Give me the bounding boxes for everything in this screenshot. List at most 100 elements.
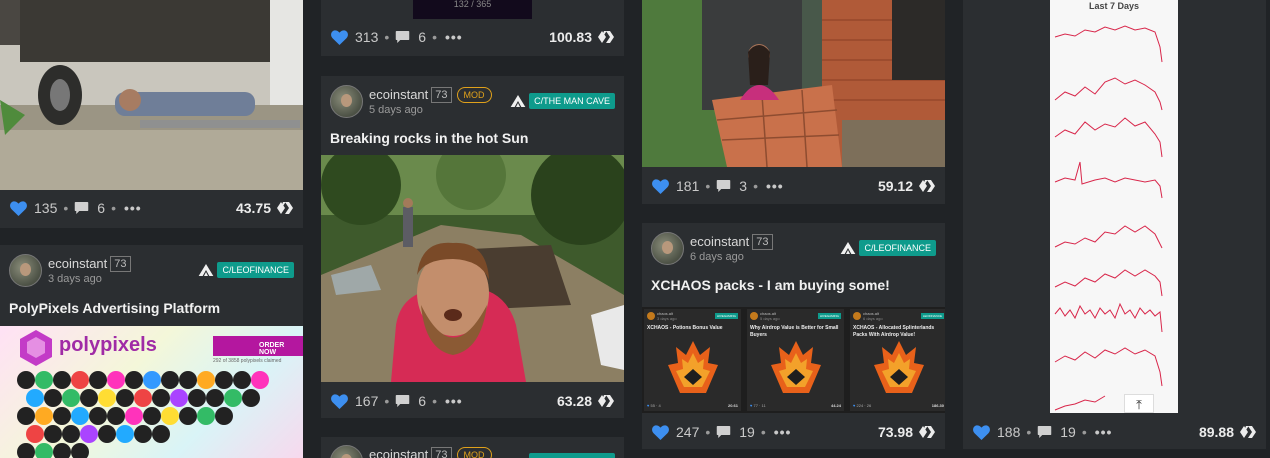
chaos-logo-icon: [668, 341, 718, 393]
more-options-button[interactable]: •••: [766, 178, 784, 194]
author-name[interactable]: ecoinstant: [690, 234, 749, 249]
author-line: ecoinstant 73 MOD: [369, 87, 492, 103]
pixel-grid-graphic: [17, 371, 269, 458]
feed-column-2: 132 / 365 313 • 6 • ••• 100.83 ecoinstan…: [321, 0, 624, 458]
post-thumbnail[interactable]: chaos.alt 3 days ago HIVEGAMING XCHAOS - Po…: [642, 307, 945, 413]
mini-avatar: [750, 312, 758, 320]
claimed-text: 292 of 3858 polypixels claimed: [213, 358, 282, 364]
post-card[interactable]: 132 / 365 313 • 6 • ••• 100.83: [321, 0, 624, 56]
comment-icon[interactable]: [716, 425, 731, 439]
comment-icon[interactable]: [395, 30, 410, 44]
hive-icon: [919, 179, 935, 193]
comment-icon[interactable]: [395, 394, 410, 408]
avatar[interactable]: [9, 254, 42, 287]
post-card[interactable]: ecoinstant 73 MOD: [321, 437, 624, 458]
community-tag[interactable]: C/LEOFINANCE: [859, 240, 936, 256]
more-options-button[interactable]: •••: [124, 200, 142, 216]
community-link[interactable]: C/THE MAN CAVE: [510, 93, 615, 109]
leo-logo-icon: [198, 263, 214, 277]
chaos-logo-icon: [771, 341, 821, 393]
post-card[interactable]: 181 • 3 • ••• 59.12: [642, 0, 945, 204]
post-footer: 313 • 6 • ••• 100.83: [321, 20, 624, 54]
community-tag[interactable]: [529, 453, 615, 458]
post-title[interactable]: XCHAOS packs - I am buying some!: [651, 277, 890, 293]
brand-name: polypixels: [59, 334, 157, 356]
comment-icon[interactable]: [74, 201, 89, 215]
post-card[interactable]: ecoinstant 73 MOD 5 days ago C/THE MAN CAV…: [321, 76, 624, 418]
heart-icon[interactable]: [652, 425, 669, 440]
author-name[interactable]: ecoinstant: [48, 256, 107, 271]
hive-icon: [277, 201, 293, 215]
post-card[interactable]: Last 7 Days ⤒ 188 • 19 • ••• 89.88: [963, 0, 1266, 449]
more-options-button[interactable]: •••: [445, 29, 463, 45]
mini-value: 186.30: [931, 403, 944, 408]
chart-thumbnail: Last 7 Days ⤒: [1050, 0, 1178, 413]
community-tag[interactable]: C/LEOFINANCE: [217, 262, 294, 278]
like-count: 247: [676, 424, 700, 440]
author-line: ecoinstant 73: [48, 256, 131, 272]
mini-time: 3 days ago: [657, 316, 677, 321]
separator-dot: •: [760, 424, 766, 440]
mini-title: XCHAOS - Potions Bonus Value: [647, 325, 723, 331]
heart-icon[interactable]: [652, 179, 669, 194]
mini-comment-count: 26: [866, 403, 872, 408]
feed-column-1: 135 • 6 • ••• 43.75 ecoinstant 73 3 days …: [0, 0, 303, 458]
order-now-button[interactable]: ORDER NOW: [213, 336, 303, 356]
post-title[interactable]: Breaking rocks in the hot Sun: [330, 130, 528, 146]
mini-like-count: 77: [753, 403, 758, 408]
post-thumbnail[interactable]: [321, 155, 624, 382]
heart-icon[interactable]: [331, 394, 348, 409]
post-footer: 135 • 6 • ••• 43.75: [0, 191, 303, 225]
chart-thumbnail-title: Last 7 Days: [1088, 1, 1140, 11]
heart-icon[interactable]: [10, 201, 27, 216]
hive-icon: [919, 425, 935, 439]
mini-time: 5 days ago: [760, 316, 780, 321]
avatar[interactable]: [330, 85, 363, 118]
post-card[interactable]: 135 • 6 • ••• 43.75: [0, 0, 303, 228]
mini-comment-count: 11: [761, 403, 766, 408]
avatar[interactable]: [330, 445, 363, 458]
more-options-button[interactable]: •••: [445, 393, 463, 409]
separator-dot: •: [63, 200, 69, 216]
heart-icon[interactable]: [973, 425, 990, 440]
feed-column-4: Last 7 Days ⤒ 188 • 19 • ••• 89.88: [963, 0, 1266, 458]
reputation-badge: 73: [431, 447, 452, 458]
community-tag[interactable]: C/THE MAN CAVE: [529, 93, 615, 109]
comment-count: 19: [1060, 424, 1076, 440]
post-footer: 188 • 19 • ••• 89.88: [963, 415, 1266, 449]
feed-column-3: 181 • 3 • ••• 59.12 ecoinstant 73 6 days …: [642, 0, 945, 458]
mini-stats: ♥ 224 · 26: [853, 403, 872, 408]
scroll-to-top-button[interactable]: ⤒: [1124, 394, 1154, 413]
separator-dot: •: [432, 393, 437, 409]
separator-dot: •: [753, 178, 758, 194]
comment-icon[interactable]: [1037, 425, 1052, 439]
separator-dot: •: [111, 200, 116, 216]
mini-avatar: [647, 312, 655, 320]
author-name[interactable]: ecoinstant: [369, 87, 428, 102]
avatar[interactable]: [651, 232, 684, 265]
author-name[interactable]: ecoinstant: [369, 447, 428, 458]
more-options-button[interactable]: •••: [774, 424, 792, 440]
hive-icon: [598, 394, 614, 408]
post-thumbnail[interactable]: polypixels ORDER NOW 292 of 3858 polypix…: [0, 326, 303, 458]
post-card[interactable]: ecoinstant 73 6 days ago C/LEOFINANCE XCH…: [642, 223, 945, 449]
post-thumbnail[interactable]: [0, 0, 303, 190]
post-thumbnail[interactable]: 132 / 365: [321, 0, 624, 19]
more-options-button[interactable]: •••: [1095, 424, 1113, 440]
thumbnail-caption: 132 / 365: [453, 0, 492, 9]
community-link[interactable]: C/LEOFINANCE: [840, 240, 936, 256]
reputation-badge: 73: [110, 256, 131, 272]
post-card[interactable]: ecoinstant 73 3 days ago C/LEOFINANCE Pol…: [0, 245, 303, 458]
heart-icon[interactable]: [331, 30, 348, 45]
post-time: 3 days ago: [48, 273, 102, 285]
post-title[interactable]: PolyPixels Advertising Platform: [9, 300, 220, 316]
comment-icon[interactable]: [716, 179, 731, 193]
post-thumbnail[interactable]: [642, 0, 945, 167]
thumbnail-image: 132 / 365: [413, 0, 532, 19]
community-link[interactable]: C/LEOFINANCE: [198, 262, 294, 278]
post-thumbnail[interactable]: Last 7 Days ⤒: [963, 0, 1266, 413]
mini-stats: ♥ 55 · 4: [647, 403, 661, 408]
mini-like-count: 224: [856, 403, 864, 408]
mini-tag: LEOFINANCE: [920, 313, 944, 319]
post-header: ecoinstant 73 MOD 5 days ago C/THE MAN CAV…: [321, 76, 624, 126]
